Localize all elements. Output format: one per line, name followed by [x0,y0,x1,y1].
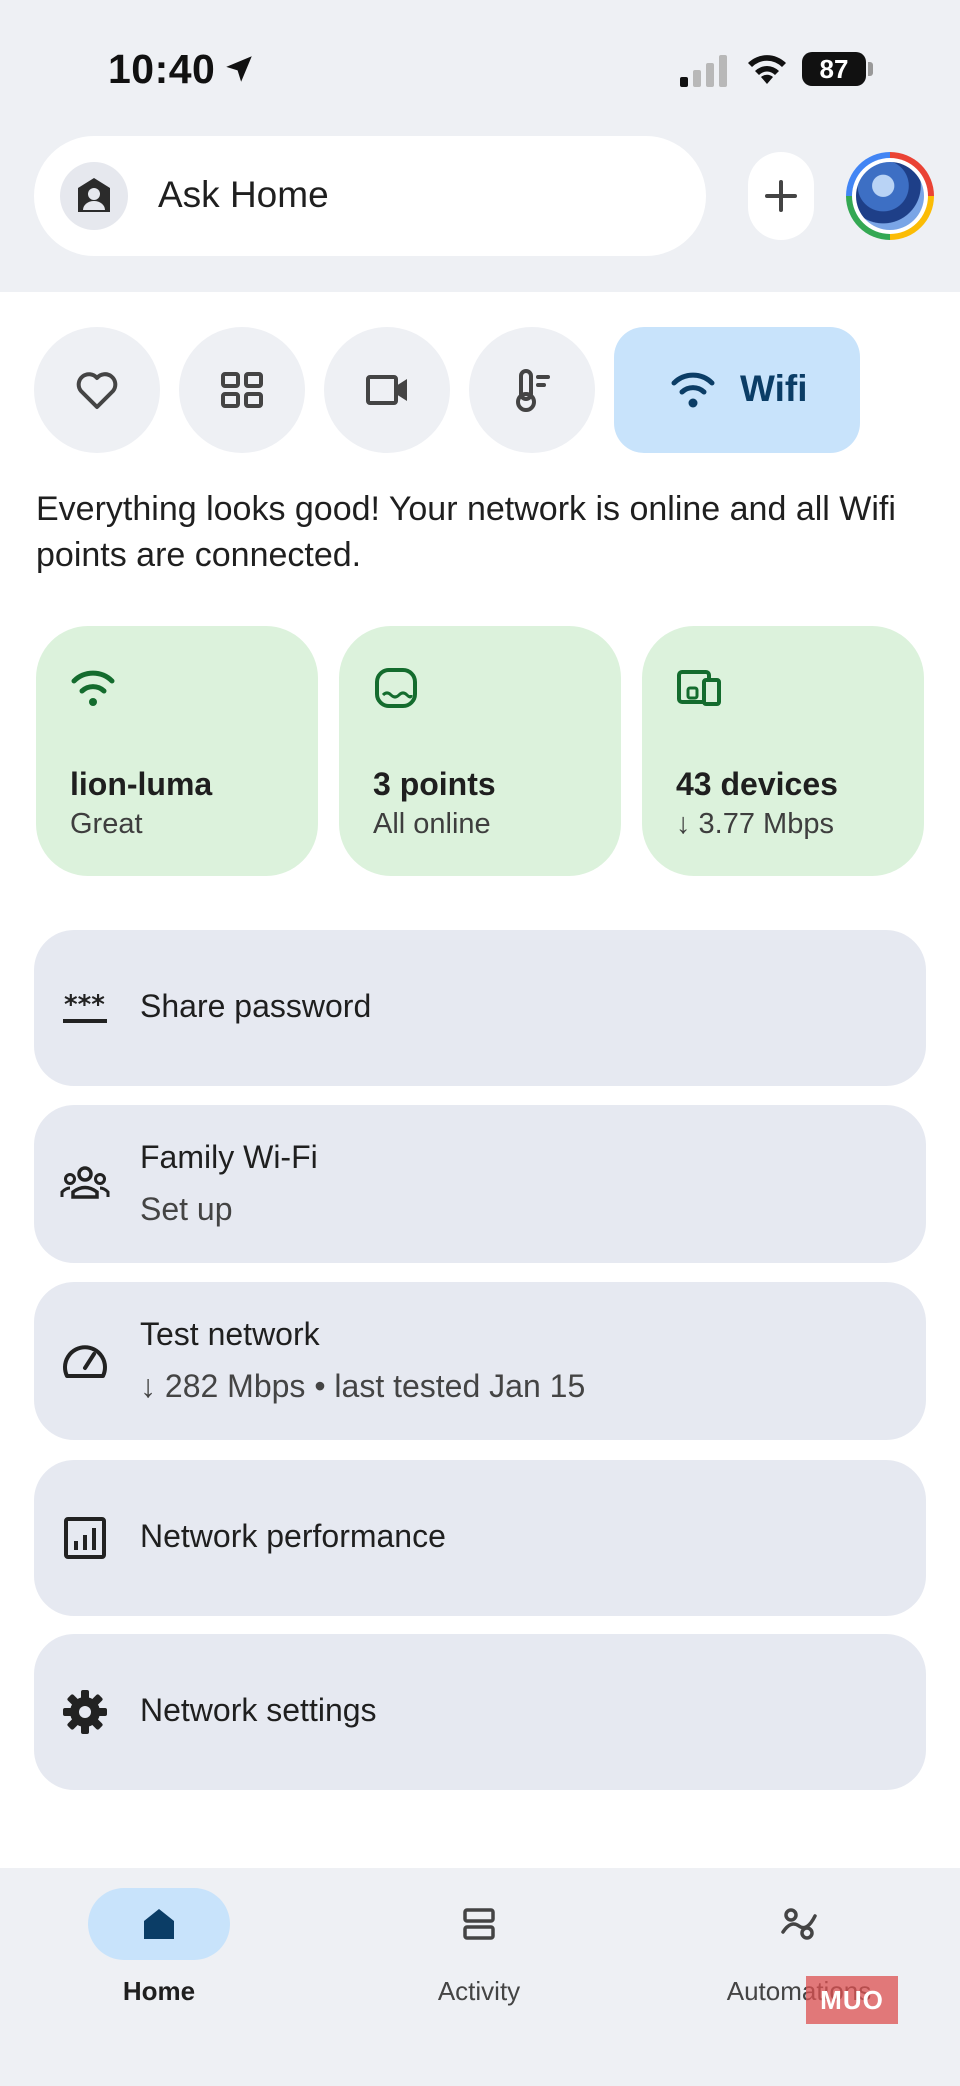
devices-download-speed: ↓ 3.77 Mbps [676,808,834,840]
family-icon [60,1166,110,1199]
search-placeholder: Ask Home [158,174,329,215]
cellular-signal-icon [680,55,727,87]
wifi-points-status: All online [373,808,491,840]
network-performance-item[interactable]: Network performance [34,1460,926,1616]
devices-count: 43 devices [676,766,838,802]
network-quality: Great [70,808,143,840]
tab-home[interactable]: Home [49,1976,269,2007]
test-network-result: ↓ 282 Mbps • last tested Jan 15 [140,1368,586,1404]
tab-activity[interactable]: Activity [369,1976,589,2007]
wifi-points-count: 3 points [373,766,496,802]
automations-icon[interactable] [779,1904,819,1944]
plus-icon [765,180,797,212]
wifi-chip[interactable]: Wifi [614,327,860,453]
share-password-item[interactable]: *** Share password [34,930,926,1086]
network-performance-label: Network performance [140,1518,446,1554]
profile-photo [856,162,924,230]
test-network-label: Test network [140,1316,320,1352]
battery-nub [868,62,873,76]
favorites-chip[interactable] [34,327,160,453]
thermometer-icon [516,369,550,412]
devices-icon [677,670,721,706]
status-time: 10:40 [108,46,216,92]
home-avatar [60,162,128,230]
network-card[interactable]: lion-luma Great [36,626,318,876]
share-password-label: Share password [140,988,372,1024]
profile-avatar[interactable] [846,152,934,240]
network-status-message: Everything looks good! Your network is o… [36,490,896,574]
profile-avatar-ring [852,158,928,234]
status-bar: 10:40 87 [0,0,960,130]
gear-icon [63,1690,107,1734]
family-wifi-label: Family Wi-Fi [140,1139,318,1175]
test-network-item[interactable]: Test network ↓ 282 Mbps • last tested Ja… [34,1282,926,1440]
home-icon [144,1909,174,1939]
network-settings-item[interactable]: Network settings [34,1634,926,1790]
chart-icon [64,1517,106,1559]
climate-chip[interactable] [469,327,595,453]
router-icon [375,668,417,708]
battery-indicator: 87 [802,52,866,86]
network-name: lion-luma [70,766,213,802]
devices-chip[interactable] [179,327,305,453]
password-icon: *** [63,990,107,1023]
heart-icon [76,372,118,409]
wifi-points-card[interactable]: 3 points All online [339,626,621,876]
home-tab-indicator[interactable] [88,1888,230,1960]
activity-icon[interactable] [459,1904,499,1944]
add-button[interactable] [748,152,814,240]
network-settings-label: Network settings [140,1692,377,1728]
wifi-status-icon [748,55,786,84]
speedometer-icon [63,1345,107,1378]
ask-home-search-bar[interactable]: Ask Home [34,136,706,256]
wifi-icon [71,670,115,706]
cameras-chip[interactable] [324,327,450,453]
wifi-chip-label: Wifi [740,368,808,409]
grid-icon [221,372,263,408]
family-wifi-item[interactable]: Family Wi-Fi Set up [34,1105,926,1263]
location-arrow-icon [226,56,252,82]
svg-text:***: *** [64,990,105,1020]
family-wifi-subtitle: Set up [140,1191,233,1227]
wifi-icon [671,372,715,408]
devices-card[interactable]: 43 devices ↓ 3.77 Mbps [642,626,924,876]
watermark: MUO [806,1976,898,2024]
video-camera-icon [366,375,407,405]
home-person-icon [78,178,110,212]
